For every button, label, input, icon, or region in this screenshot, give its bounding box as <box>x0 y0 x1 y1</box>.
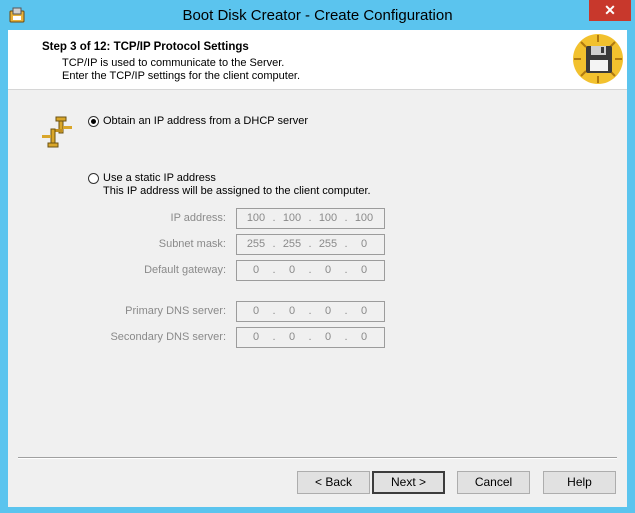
boot-disk-logo-icon <box>573 34 623 84</box>
ip-octet: 255 <box>246 238 266 250</box>
cancel-button[interactable]: Cancel <box>457 471 530 494</box>
ip-octet: 255 <box>318 238 338 250</box>
static-ip-option-label[interactable]: Use a static IP address <box>103 172 216 184</box>
ip-octet: 100 <box>282 212 302 224</box>
ip-octet: 0 <box>288 331 296 343</box>
ip-octet: 255 <box>282 238 302 250</box>
header-description-line2: Enter the TCP/IP settings for the client… <box>62 70 301 82</box>
default-gateway-field[interactable]: 0. 0. 0. 0 <box>236 260 385 281</box>
header-description-line1: TCP/IP is used to communicate to the Ser… <box>62 57 285 69</box>
ip-octet: 100 <box>246 212 266 224</box>
ip-address-label: IP address: <box>170 212 226 224</box>
window-title: Boot Disk Creator - Create Configuration <box>182 7 453 24</box>
ip-octet: 100 <box>318 212 338 224</box>
default-gateway-label: Default gateway: <box>144 264 226 276</box>
ip-address-field[interactable]: 100. 100. 100. 100 <box>236 208 385 229</box>
ip-octet: 0 <box>288 305 296 317</box>
primary-dns-label: Primary DNS server: <box>125 305 226 317</box>
title-bar: Boot Disk Creator - Create Configuration… <box>0 0 635 30</box>
static-ip-radio[interactable] <box>88 173 99 184</box>
subnet-mask-field[interactable]: 255. 255. 255. 0 <box>236 234 385 255</box>
static-ip-note: This IP address will be assigned to the … <box>103 185 371 197</box>
ip-octet: 0 <box>324 305 332 317</box>
ip-octet: 100 <box>354 212 374 224</box>
ip-octet: 0 <box>360 264 368 276</box>
network-connector-icon <box>42 116 72 148</box>
ip-octet: 0 <box>360 331 368 343</box>
next-button[interactable]: Next > <box>372 471 445 494</box>
dhcp-radio[interactable] <box>88 116 99 127</box>
secondary-dns-field[interactable]: 0. 0. 0. 0 <box>236 327 385 348</box>
step-title: Step 3 of 12: TCP/IP Protocol Settings <box>42 41 249 53</box>
back-button[interactable]: < Back <box>297 471 370 494</box>
ip-octet: 0 <box>360 238 368 250</box>
subnet-mask-label: Subnet mask: <box>158 238 226 250</box>
dhcp-option-label[interactable]: Obtain an IP address from a DHCP server <box>103 115 308 127</box>
ip-octet: 0 <box>252 264 260 276</box>
ip-octet: 0 <box>360 305 368 317</box>
primary-dns-field[interactable]: 0. 0. 0. 0 <box>236 301 385 322</box>
ip-octet: 0 <box>252 305 260 317</box>
ip-octet: 0 <box>324 331 332 343</box>
ip-octet: 0 <box>324 264 332 276</box>
secondary-dns-label: Secondary DNS server: <box>110 331 226 343</box>
close-button[interactable]: ✕ <box>589 0 631 21</box>
button-separator <box>18 457 617 459</box>
ip-octet: 0 <box>288 264 296 276</box>
wizard-header: Step 3 of 12: TCP/IP Protocol Settings T… <box>8 30 627 90</box>
wizard-client-area: Step 3 of 12: TCP/IP Protocol Settings T… <box>8 30 627 507</box>
help-button[interactable]: Help <box>543 471 616 494</box>
ip-octet: 0 <box>252 331 260 343</box>
